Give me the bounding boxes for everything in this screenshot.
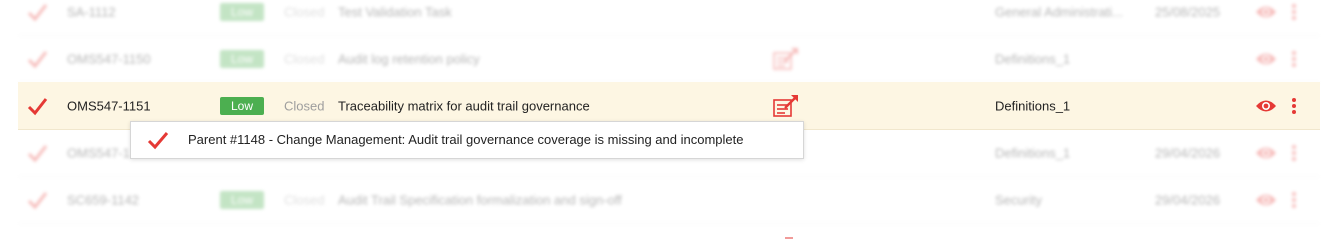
priority-badge: Low bbox=[220, 190, 264, 209]
kebab-menu-icon[interactable] bbox=[1288, 191, 1300, 209]
kebab-menu-icon[interactable] bbox=[1288, 50, 1300, 68]
task-id[interactable]: SC659-1142 bbox=[67, 192, 139, 207]
traceability-matrix-icon[interactable] bbox=[773, 94, 799, 118]
task-table: SA-1112 Low Closed Test Validation Task … bbox=[0, 0, 1325, 239]
checkmark-icon[interactable] bbox=[26, 189, 48, 211]
table-row[interactable]: SC659-1142 Low Closed Audit Trail Specif… bbox=[18, 176, 1320, 224]
kebab-menu-icon[interactable] bbox=[1288, 3, 1300, 21]
task-id[interactable]: SA-1112 bbox=[67, 4, 116, 19]
status-text: Closed bbox=[284, 98, 325, 113]
date-text: 29/04/2026 bbox=[1155, 192, 1221, 207]
task-id[interactable]: OMS547-1151 bbox=[67, 98, 151, 113]
task-title[interactable]: Audit Trail Specification formalization … bbox=[338, 192, 622, 207]
status-text: Closed bbox=[284, 4, 325, 19]
task-id[interactable]: OMS547-1 bbox=[67, 145, 130, 160]
category-text: Definitions_1 bbox=[995, 145, 1071, 160]
kebab-menu-icon[interactable] bbox=[1288, 97, 1300, 115]
checkmark-icon[interactable] bbox=[26, 1, 48, 23]
eye-icon[interactable] bbox=[1255, 192, 1277, 208]
eye-icon[interactable] bbox=[1255, 51, 1277, 67]
checkmark-icon[interactable] bbox=[26, 48, 48, 70]
traceability-matrix-icon[interactable] bbox=[773, 47, 799, 71]
date-text: 29/04/2026 bbox=[1155, 145, 1221, 160]
table-row[interactable]: OMS547-1150 Low Closed Audit log retenti… bbox=[18, 35, 1320, 83]
checkmark-icon bbox=[147, 130, 169, 150]
category-text: Security bbox=[995, 192, 1042, 207]
priority-badge: Low bbox=[220, 49, 264, 68]
task-title[interactable]: Audit log retention policy bbox=[338, 51, 480, 66]
category-text: Definitions_1 bbox=[995, 98, 1071, 113]
checkmark-icon[interactable] bbox=[26, 142, 48, 164]
tooltip-text: Parent #1148 - Change Management: Audit … bbox=[188, 132, 744, 147]
category-text: General Administrati... bbox=[995, 4, 1123, 19]
status-text: Closed bbox=[284, 51, 325, 66]
kebab-menu-icon[interactable] bbox=[1288, 144, 1300, 162]
eye-icon[interactable] bbox=[1255, 4, 1277, 20]
priority-badge: Low bbox=[220, 2, 264, 21]
priority-badge: Low bbox=[220, 96, 264, 115]
eye-icon[interactable] bbox=[1255, 145, 1277, 161]
eye-icon[interactable] bbox=[1255, 98, 1277, 114]
date-text: 25/08/2025 bbox=[1155, 4, 1221, 19]
traceability-matrix-icon bbox=[783, 228, 795, 239]
task-title[interactable]: Traceability matrix for audit trail gove… bbox=[338, 98, 590, 113]
table-row[interactable]: SA-1112 Low Closed Test Validation Task … bbox=[18, 0, 1320, 36]
task-id[interactable]: OMS547-1150 bbox=[67, 51, 151, 66]
parent-task-tooltip: Parent #1148 - Change Management: Audit … bbox=[130, 121, 804, 159]
task-title[interactable]: Test Validation Task bbox=[338, 4, 452, 19]
checkmark-icon[interactable] bbox=[26, 95, 48, 117]
category-text: Definitions_1 bbox=[995, 51, 1071, 66]
status-text: Closed bbox=[284, 192, 325, 207]
